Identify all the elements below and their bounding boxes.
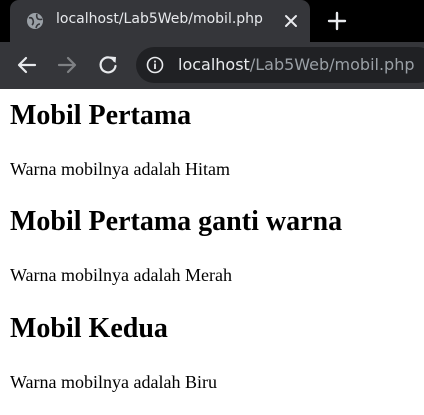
heading-mobil-pertama-ganti-warna: Mobil Pertama ganti warna — [10, 206, 343, 237]
info-icon[interactable] — [146, 56, 164, 74]
text-mobil-kedua: Warna mobilnya adalah Biru — [10, 372, 217, 392]
toolbar: localhost/Lab5Web/mobil.php — [0, 42, 424, 89]
url-host: localhost — [178, 55, 250, 74]
close-icon[interactable] — [280, 10, 302, 32]
browser-chrome: localhost/Lab5Web/mobil.php localhost/La… — [0, 0, 424, 89]
url-path: /Lab5Web/mobil.php — [249, 55, 415, 74]
tab-strip: localhost/Lab5Web/mobil.php — [0, 0, 424, 42]
forward-arrow-icon[interactable] — [56, 54, 78, 76]
heading-mobil-kedua: Mobil Kedua — [10, 313, 168, 344]
plus-icon[interactable] — [326, 10, 348, 32]
tab-title: localhost/Lab5Web/mobil.php — [56, 11, 263, 27]
back-arrow-icon[interactable] — [16, 54, 38, 76]
page-content: Mobil Pertama Warna mobilnya adalah Hita… — [0, 89, 424, 415]
text-mobil-pertama: Warna mobilnya adalah Hitam — [10, 159, 230, 179]
text-mobil-pertama-ganti-warna: Warna mobilnya adalah Merah — [10, 265, 232, 285]
globe-icon — [27, 13, 43, 29]
reload-icon[interactable] — [97, 54, 119, 76]
browser-tab[interactable]: localhost/Lab5Web/mobil.php — [10, 0, 310, 42]
address-bar[interactable]: localhost/Lab5Web/mobil.php — [136, 47, 424, 83]
url-text[interactable]: localhost/Lab5Web/mobil.php — [178, 55, 415, 74]
heading-mobil-pertama: Mobil Pertama — [10, 100, 192, 131]
